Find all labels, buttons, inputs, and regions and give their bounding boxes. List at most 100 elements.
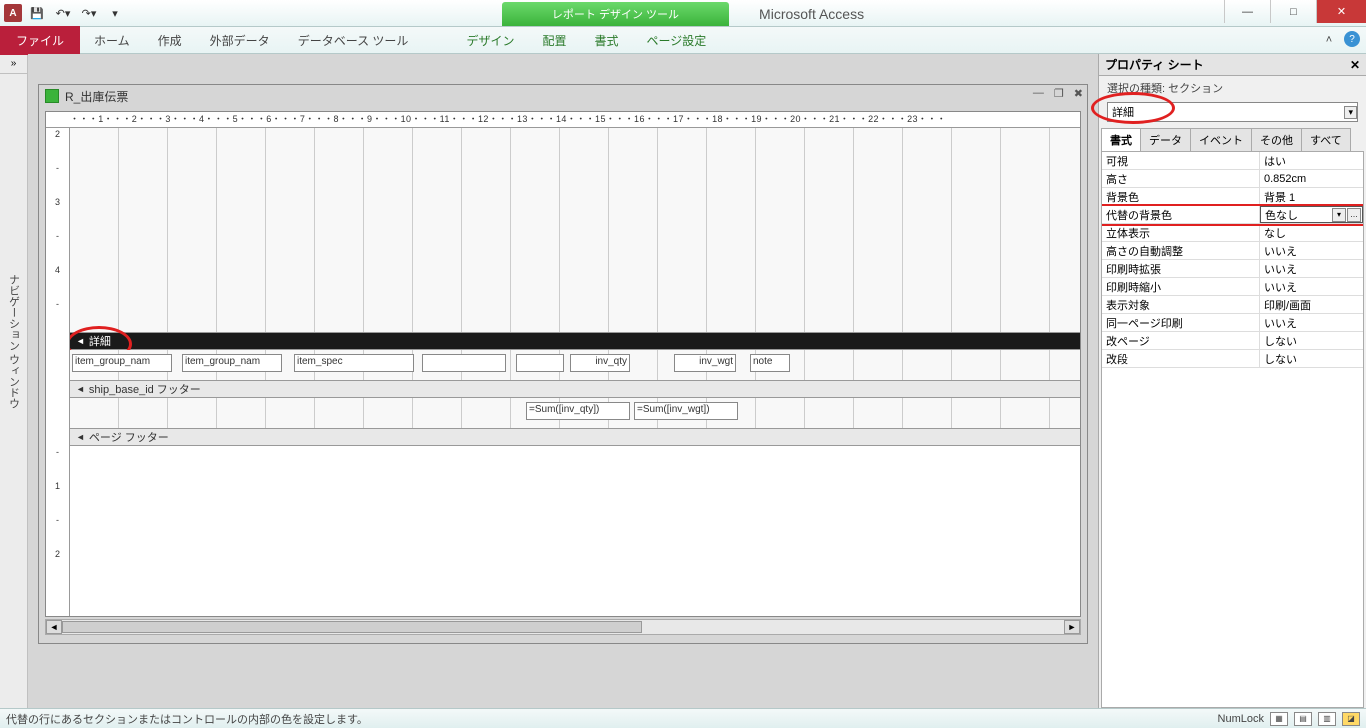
- detail-section-grid[interactable]: item_group_nam item_group_nam item_spec …: [70, 350, 1080, 380]
- qat-customize-icon[interactable]: ▾: [104, 2, 126, 24]
- report-window: R_出庫伝票 — ❐ ✖ ・・・1・・・2・・・3・・・4・・・5・・・6・・・…: [38, 84, 1088, 644]
- designer-surface: R_出庫伝票 — ❐ ✖ ・・・1・・・2・・・3・・・4・・・5・・・6・・・…: [28, 54, 1098, 708]
- undo-icon[interactable]: ↶▾: [52, 2, 74, 24]
- maximize-button[interactable]: □: [1270, 0, 1316, 23]
- status-message: 代替の行にあるセクションまたはコントロールの内部の色を設定します。: [6, 711, 368, 727]
- tab-other-prop[interactable]: その他: [1251, 128, 1302, 151]
- doc-minimize-button[interactable]: —: [1033, 87, 1044, 100]
- tab-event-prop[interactable]: イベント: [1190, 128, 1252, 151]
- file-tab[interactable]: ファイル: [0, 26, 80, 55]
- control-item-group-name-2[interactable]: item_group_nam: [182, 354, 282, 372]
- nav-expand-icon[interactable]: »: [0, 54, 27, 74]
- tab-create[interactable]: 作成: [144, 26, 196, 55]
- group-footer-bar[interactable]: ◄ ship_base_id フッター: [70, 380, 1080, 398]
- view-layout-button[interactable]: ▥: [1318, 712, 1336, 726]
- property-tabs: 書式 データ イベント その他 すべて: [1101, 128, 1364, 152]
- control-sum-qty[interactable]: =Sum([inv_qty]): [526, 402, 630, 420]
- prop-row: 印刷時縮小いいえ: [1102, 278, 1363, 296]
- section-arrow-icon: ◄: [76, 432, 85, 442]
- prop-row: 高さ0.852cm: [1102, 170, 1363, 188]
- prop-row: 印刷時拡張いいえ: [1102, 260, 1363, 278]
- control-inv-qty[interactable]: inv_qty: [570, 354, 630, 372]
- section-arrow-icon: ◄: [76, 384, 85, 394]
- prop-row: 表示対象印刷/画面: [1102, 296, 1363, 314]
- tab-all-prop[interactable]: すべて: [1301, 128, 1351, 151]
- property-sheet-title: プロパティ シート: [1105, 56, 1204, 73]
- app-title: Microsoft Access: [759, 6, 864, 22]
- prop-row: 可視はい: [1102, 152, 1363, 170]
- doc-close-button[interactable]: ✖: [1074, 87, 1083, 100]
- vertical-ruler[interactable]: 2-3-4- -1-2: [46, 128, 70, 616]
- page-footer-bar[interactable]: ◄ ページ フッター: [70, 428, 1080, 446]
- prop-row-selected: 代替の背景色 色なし ▾ …: [1102, 206, 1363, 224]
- view-design-button[interactable]: ◪: [1342, 712, 1360, 726]
- detail-section-label: 詳細: [89, 333, 111, 349]
- group-footer-label: ship_base_id フッター: [89, 381, 201, 397]
- minimize-button[interactable]: —: [1224, 0, 1270, 23]
- group-footer-grid[interactable]: =Sum([inv_qty]) =Sum([inv_wgt]): [70, 398, 1080, 428]
- ribbon-minimize-icon[interactable]: ˄: [1320, 31, 1338, 49]
- dropdown-icon[interactable]: ▾: [1332, 208, 1346, 222]
- access-app-icon: A: [4, 4, 22, 22]
- tab-format-prop[interactable]: 書式: [1101, 128, 1141, 151]
- property-object-selector[interactable]: 詳細 ▾: [1107, 102, 1358, 122]
- close-button[interactable]: ✕: [1316, 0, 1366, 23]
- dropdown-icon: ▾: [1344, 106, 1357, 119]
- control-item-spec[interactable]: item_spec: [294, 354, 414, 372]
- property-sheet-close-icon[interactable]: ✕: [1350, 58, 1360, 72]
- detail-section-bar[interactable]: ◄ 詳細: [70, 332, 1080, 350]
- doc-restore-button[interactable]: ❐: [1054, 87, 1064, 100]
- property-sheet: プロパティ シート ✕ 選択の種類: セクション 詳細 ▾ 書式 データ イベン…: [1098, 54, 1366, 708]
- ribbon: ファイル ホーム 作成 外部データ データベース ツール デザイン 配置 書式 …: [0, 27, 1366, 54]
- control-inv-wgt[interactable]: inv_wgt: [674, 354, 736, 372]
- header-section-grid[interactable]: [70, 128, 1080, 332]
- report-title: R_出庫伝票: [65, 88, 128, 105]
- tab-database-tools[interactable]: データベース ツール: [284, 26, 423, 55]
- tab-data-prop[interactable]: データ: [1140, 128, 1191, 151]
- prop-row: 背景色背景 1: [1102, 188, 1363, 206]
- prop-row: 改ページしない: [1102, 332, 1363, 350]
- design-canvas: ・・・1・・・2・・・3・・・4・・・5・・・6・・・7・・・8・・・9・・・1…: [45, 111, 1081, 617]
- prop-row: 同一ページ印刷いいえ: [1102, 314, 1363, 332]
- view-print-button[interactable]: ▤: [1294, 712, 1312, 726]
- scroll-thumb[interactable]: [62, 621, 642, 633]
- property-grid: 可視はい 高さ0.852cm 背景色背景 1 代替の背景色 色なし ▾ … 立体…: [1101, 152, 1364, 708]
- control-note[interactable]: note: [750, 354, 790, 372]
- prop-row: 高さの自動調整いいえ: [1102, 242, 1363, 260]
- prop-value: 色なし: [1265, 207, 1298, 223]
- control-item-group-name-1[interactable]: item_group_nam: [72, 354, 172, 372]
- page-footer-label: ページ フッター: [89, 429, 169, 445]
- scroll-right-button[interactable]: ►: [1064, 620, 1080, 634]
- horizontal-ruler[interactable]: ・・・1・・・2・・・3・・・4・・・5・・・6・・・7・・・8・・・9・・・1…: [46, 112, 1080, 128]
- horizontal-scrollbar[interactable]: ◄ ►: [45, 619, 1081, 635]
- numlock-indicator: NumLock: [1218, 713, 1264, 725]
- navigation-pane-collapsed[interactable]: » ナビゲーション ウィンドウ: [0, 54, 28, 708]
- tab-home[interactable]: ホーム: [80, 26, 144, 55]
- scroll-left-button[interactable]: ◄: [46, 620, 62, 634]
- tab-external-data[interactable]: 外部データ: [196, 26, 284, 55]
- save-icon[interactable]: 💾: [26, 2, 48, 24]
- tab-page-setup[interactable]: ページ設定: [632, 26, 720, 55]
- status-bar: 代替の行にあるセクションまたはコントロールの内部の色を設定します。 NumLoc…: [0, 708, 1366, 728]
- section-arrow-icon: ◄: [76, 336, 85, 346]
- selected-object-name: 詳細: [1112, 104, 1134, 120]
- control-empty-1[interactable]: [422, 354, 506, 372]
- prop-row: 改段しない: [1102, 350, 1363, 368]
- control-sum-wgt[interactable]: =Sum([inv_wgt]): [634, 402, 738, 420]
- page-footer-grid[interactable]: [70, 446, 1080, 592]
- nav-label: ナビゲーション ウィンドウ: [6, 274, 22, 409]
- builder-icon[interactable]: …: [1347, 208, 1361, 222]
- contextual-tab-label: レポート デザイン ツール: [502, 2, 729, 26]
- main-area: » ナビゲーション ウィンドウ R_出庫伝票 — ❐ ✖ ・・・1・・・2・・・…: [0, 54, 1366, 708]
- control-empty-2[interactable]: [516, 354, 564, 372]
- view-report-button[interactable]: ▦: [1270, 712, 1288, 726]
- tab-design[interactable]: デザイン: [452, 26, 528, 55]
- help-icon[interactable]: ?: [1344, 31, 1360, 47]
- tab-format[interactable]: 書式: [580, 26, 632, 55]
- report-icon: [45, 89, 59, 103]
- design-area[interactable]: ◄ 詳細 item_group_nam item_group_nam item_…: [70, 128, 1080, 616]
- prop-row: 立体表示なし: [1102, 224, 1363, 242]
- selection-type-label: 選択の種類: セクション: [1099, 76, 1366, 100]
- redo-icon[interactable]: ↷▾: [78, 2, 100, 24]
- tab-arrange[interactable]: 配置: [528, 26, 580, 55]
